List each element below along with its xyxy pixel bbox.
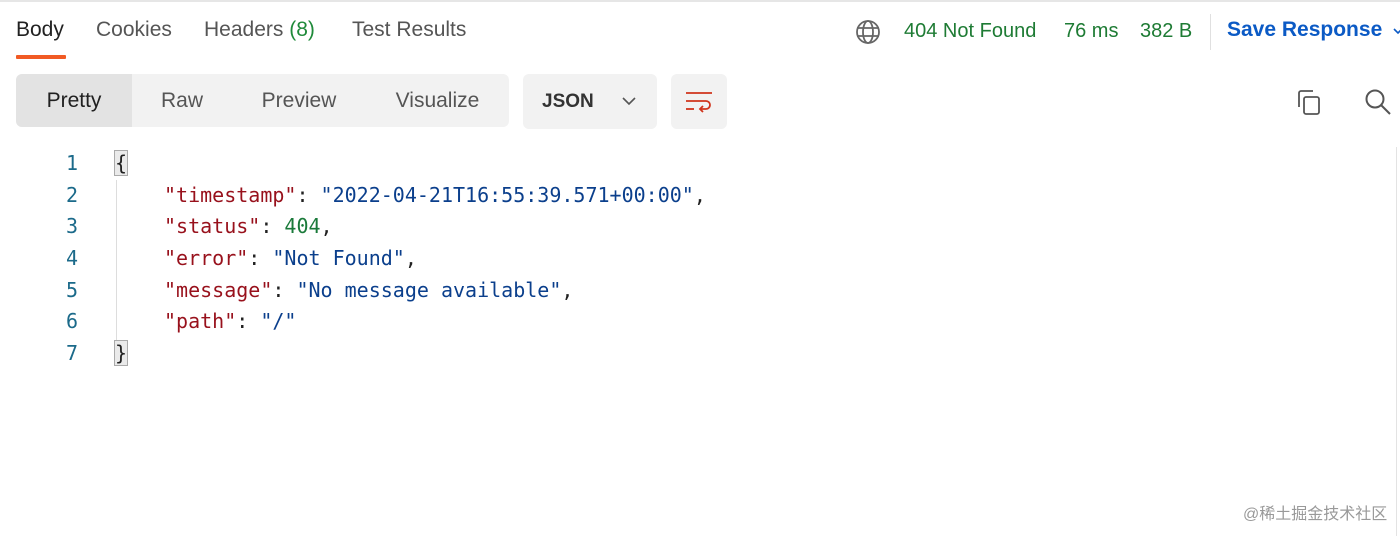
- code-line: "error": "Not Found",: [164, 246, 417, 270]
- response-size[interactable]: 382 B: [1140, 20, 1192, 43]
- search-icon[interactable]: [1364, 88, 1392, 116]
- json-value: "2022-04-21T16:55:39.571+00:00": [320, 183, 694, 207]
- line-number: 6: [65, 309, 78, 333]
- chevron-down-icon[interactable]: [1393, 26, 1400, 36]
- mode-preview[interactable]: Preview: [232, 74, 366, 127]
- mode-raw[interactable]: Raw: [132, 74, 232, 127]
- json-key: "error": [164, 246, 249, 270]
- code-line: "path": "/": [164, 309, 297, 333]
- json-key: "message": [164, 278, 273, 302]
- code-line: "timestamp": "2022-04-21T16:55:39.571+00…: [164, 183, 706, 207]
- code-line: "message": "No message available",: [164, 278, 574, 302]
- json-value: "No message available": [296, 278, 562, 302]
- line-number: 7: [65, 341, 78, 365]
- line-number: 2: [65, 183, 78, 207]
- tab-test-results[interactable]: Test Results: [352, 18, 466, 42]
- copy-icon[interactable]: [1295, 89, 1323, 117]
- globe-icon[interactable]: [855, 19, 881, 45]
- json-value: "/": [260, 309, 297, 333]
- tab-body[interactable]: Body: [16, 18, 64, 42]
- scrollbar[interactable]: [1396, 147, 1397, 536]
- headers-count: (8): [289, 18, 315, 41]
- json-key: "timestamp": [164, 183, 297, 207]
- line-number: 4: [65, 246, 78, 270]
- tab-headers-label: Headers: [204, 18, 284, 41]
- response-time[interactable]: 76 ms: [1064, 20, 1118, 43]
- json-key: "status": [164, 214, 261, 238]
- line-number: 1: [65, 151, 78, 175]
- save-response-button[interactable]: Save Response: [1227, 18, 1382, 42]
- wrap-lines-button[interactable]: [671, 74, 727, 129]
- line-number: 3: [65, 214, 78, 238]
- wrap-lines-icon: [686, 91, 712, 113]
- open-brace: {: [113, 150, 129, 176]
- close-brace: }: [113, 340, 129, 366]
- json-key: "path": [164, 309, 237, 333]
- line-number: 5: [65, 278, 78, 302]
- format-dropdown[interactable]: JSON: [523, 74, 657, 129]
- tab-headers[interactable]: Headers (8): [204, 18, 315, 42]
- watermark: @稀土掘金技术社区: [1243, 506, 1388, 523]
- indent-guide: [116, 180, 117, 340]
- code-line: "status": 404,: [164, 214, 333, 238]
- status-code[interactable]: 404 Not Found: [904, 20, 1036, 43]
- view-mode-toggle: Pretty Raw Preview Visualize: [16, 74, 509, 127]
- mode-visualize[interactable]: Visualize: [366, 74, 509, 127]
- divider: [1210, 14, 1211, 50]
- format-value: JSON: [542, 90, 594, 112]
- json-value: "Not Found": [272, 246, 405, 270]
- tab-cookies[interactable]: Cookies: [96, 18, 172, 42]
- active-tab-indicator: [16, 55, 66, 59]
- chevron-down-icon: [622, 97, 636, 106]
- json-value: 404: [284, 214, 321, 238]
- mode-pretty[interactable]: Pretty: [16, 74, 132, 127]
